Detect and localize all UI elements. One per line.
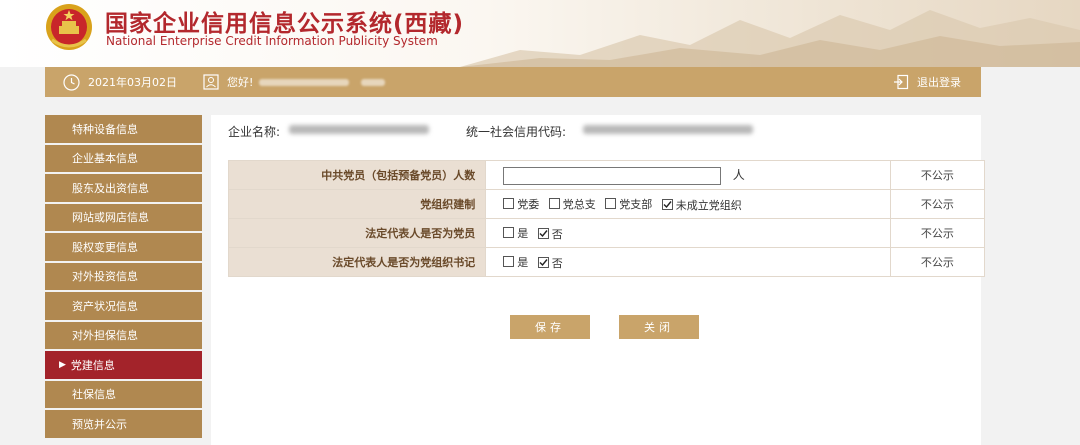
unit-label: 人 — [732, 167, 745, 182]
site-title: 国家企业信用信息公示系统(西藏) — [105, 11, 465, 37]
row-value: 人 — [485, 160, 891, 190]
checkbox-rep-is-member-yes[interactable]: 是 — [503, 225, 528, 241]
redacted-username — [259, 78, 350, 86]
sidebar-item-label: 网站或网店信息 — [72, 211, 149, 225]
sidebar-item-label: 预览并公示 — [72, 417, 127, 431]
status-text: 不公示 — [889, 160, 986, 190]
status-text: 不公示 — [889, 218, 986, 248]
sidebar-item-equity-change[interactable]: 股权变更信息 — [45, 233, 202, 261]
checkbox-label: 是 — [517, 255, 529, 269]
table-row: 法定代表人是否为党员 是 否 不公示 — [227, 218, 986, 248]
sidebar-item-preview-publish[interactable]: 预览并公示 — [45, 410, 202, 438]
table-row: 党组织建制 党委 党总支 党支部 未成立党组织 不公示 — [227, 189, 986, 219]
national-emblem-icon — [46, 4, 92, 50]
checkmark-icon — [539, 230, 548, 238]
row-label: 法定代表人是否为党组织书记 — [227, 247, 487, 277]
sidebar-item-label: 社保信息 — [72, 388, 116, 402]
checkbox-label: 党委 — [517, 197, 540, 211]
checkbox-label: 党支部 — [619, 197, 653, 211]
greeting-display: 您好! — [203, 67, 386, 97]
logout-label: 退出登录 — [917, 76, 961, 89]
checkbox-box[interactable] — [661, 199, 673, 210]
logout-button[interactable]: 退出登录 — [893, 67, 961, 97]
row-value: 是 否 — [485, 247, 891, 277]
checkbox-general-branch[interactable]: 党总支 — [548, 196, 596, 212]
sidebar-item-label: 党建信息 — [70, 358, 115, 372]
checkbox-box[interactable] — [503, 198, 515, 209]
checkbox-label: 否 — [551, 256, 563, 270]
sidebar-item-investment[interactable]: 对外投资信息 — [45, 262, 202, 290]
user-info-bar: 2021年03月02日 您好! 退出登录 — [45, 67, 981, 97]
party-info-table: 中共党员（包括预备党员）人数 人 不公示 党组织建制 党委 党总支 党支部 未成… — [227, 160, 986, 277]
sidebar-nav: 特种设备信息 企业基本信息 股东及出资信息 网站或网店信息 股权变更信息 对外投… — [45, 115, 202, 440]
row-label: 中共党员（包括预备党员）人数 — [227, 160, 487, 190]
date-display: 2021年03月02日 — [63, 67, 177, 97]
user-card-icon — [203, 74, 219, 90]
table-row: 中共党员（包括预备党员）人数 人 不公示 — [227, 160, 986, 190]
checkbox-box[interactable] — [537, 257, 549, 268]
sidebar-item-social-security[interactable]: 社保信息 — [45, 380, 202, 408]
checkbox-label: 党总支 — [562, 197, 596, 211]
checkbox-party-branch[interactable]: 党支部 — [605, 196, 652, 212]
row-label: 党组织建制 — [227, 189, 487, 219]
checkbox-label: 否 — [551, 227, 563, 241]
row-value: 党委 党总支 党支部 未成立党组织 — [485, 189, 891, 219]
checkbox-box[interactable] — [605, 198, 617, 209]
redacted-credit-code — [583, 125, 753, 134]
sidebar-item-label: 股权变更信息 — [72, 240, 138, 254]
checkbox-rep-is-secretary-no[interactable]: 否 — [537, 255, 563, 271]
checkbox-box[interactable] — [537, 228, 549, 239]
checkbox-rep-is-member-no[interactable]: 否 — [537, 226, 563, 242]
sidebar-item-label: 企业基本信息 — [72, 152, 138, 166]
table-row: 法定代表人是否为党组织书记 是 否 不公示 — [227, 247, 986, 277]
sidebar-item-shareholders[interactable]: 股东及出资信息 — [45, 174, 202, 202]
current-date: 2021年03月02日 — [88, 76, 177, 89]
checkbox-box[interactable] — [503, 227, 515, 238]
logout-icon — [894, 74, 909, 90]
sidebar-item-party-building[interactable]: ▶ 党建信息 — [45, 351, 202, 379]
sidebar-item-guarantee[interactable]: 对外担保信息 — [45, 321, 202, 349]
mountain-landscape-decoration — [460, 10, 1080, 67]
status-text: 不公示 — [889, 247, 986, 277]
checkbox-party-committee[interactable]: 党委 — [503, 196, 539, 212]
status-text: 不公示 — [889, 189, 986, 219]
sidebar-item-assets[interactable]: 资产状况信息 — [45, 292, 202, 320]
sidebar-item-label: 对外担保信息 — [72, 329, 138, 343]
active-arrow-icon: ▶ — [59, 359, 66, 370]
save-button[interactable]: 保存 — [510, 315, 590, 339]
checkbox-rep-is-secretary-yes[interactable]: 是 — [503, 254, 528, 270]
site-subtitle: National Enterprise Credit Information P… — [106, 34, 438, 48]
checkbox-box[interactable] — [548, 198, 560, 209]
sidebar-item-basic-info[interactable]: 企业基本信息 — [45, 144, 202, 172]
checkmark-icon — [663, 201, 672, 209]
sidebar-item-label: 特种设备信息 — [72, 122, 138, 136]
sidebar-item-label: 资产状况信息 — [72, 299, 138, 313]
checkbox-box[interactable] — [503, 256, 515, 267]
sidebar-item-special-equipment[interactable]: 特种设备信息 — [45, 115, 202, 143]
checkbox-no-party-org[interactable]: 未成立党组织 — [661, 197, 742, 213]
sidebar-item-label: 股东及出资信息 — [72, 181, 149, 195]
party-member-count-input[interactable] — [503, 166, 722, 185]
credit-code-label: 统一社会信用代码: — [466, 125, 567, 139]
close-button[interactable]: 关闭 — [619, 315, 699, 339]
sidebar-item-website[interactable]: 网站或网店信息 — [45, 203, 202, 231]
main-panel: 企业名称: 统一社会信用代码: 中共党员（包括预备党员）人数 人 不公示 党组织… — [211, 115, 986, 445]
row-value: 是 否 — [485, 218, 891, 248]
site-header: 国家企业信用信息公示系统(西藏) National Enterprise Cre… — [0, 0, 1080, 67]
sidebar-item-label: 对外投资信息 — [72, 270, 138, 284]
row-label: 法定代表人是否为党员 — [227, 218, 487, 248]
clock-icon — [63, 73, 80, 91]
redacted-username-suffix — [361, 78, 386, 86]
redacted-company-name — [289, 125, 429, 134]
checkmark-icon — [539, 259, 548, 267]
company-info-row: 企业名称: 统一社会信用代码: — [211, 115, 981, 145]
checkbox-label: 未成立党组织 — [675, 198, 742, 212]
company-name-label: 企业名称: — [228, 125, 281, 139]
checkbox-label: 是 — [517, 226, 529, 240]
greeting-text: 您好! — [227, 76, 254, 89]
